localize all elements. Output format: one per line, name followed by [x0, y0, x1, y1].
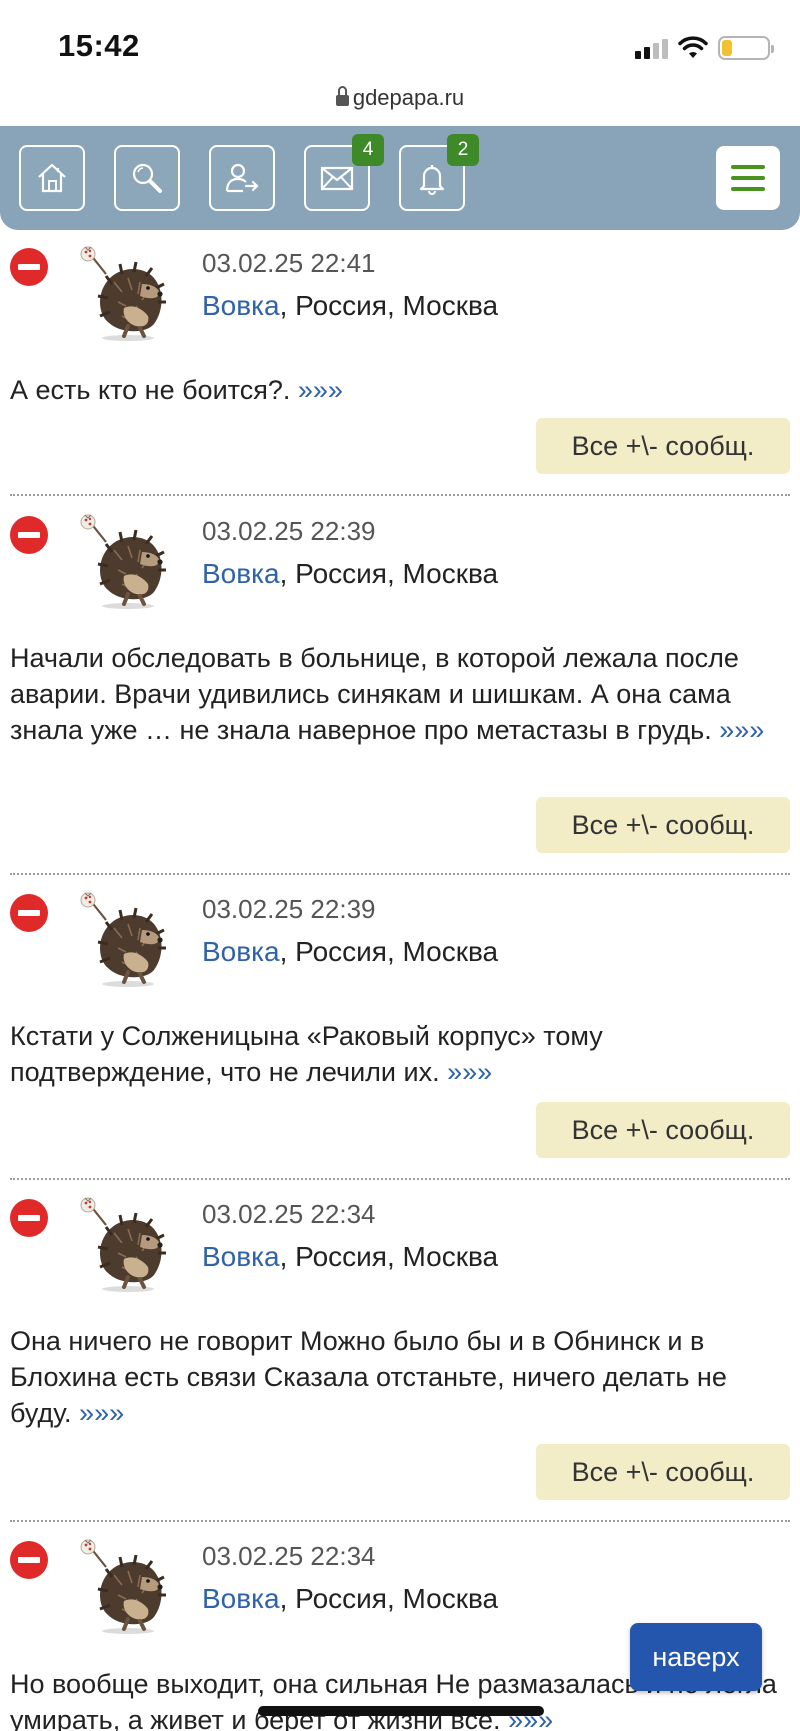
post-author-line: Вовка, Россия, Москва — [202, 290, 498, 322]
read-more-link[interactable]: »»» — [298, 375, 343, 405]
home-icon — [38, 163, 66, 193]
search-button[interactable] — [114, 145, 180, 211]
status-time: 15:42 — [58, 28, 140, 63]
hedgehog-avatar — [78, 244, 168, 342]
delete-icon[interactable] — [10, 894, 48, 932]
post-text: Кстати у Солженицына «Раковый корпус» то… — [10, 1018, 790, 1090]
lock-icon — [335, 86, 349, 108]
author-location: , Россия, Москва — [279, 1241, 499, 1272]
delete-icon[interactable] — [10, 1541, 48, 1579]
user-login-icon — [225, 163, 259, 193]
bell-icon — [419, 165, 445, 195]
post-divider — [10, 1520, 790, 1522]
author-link[interactable]: Вовка — [202, 1583, 280, 1614]
post-date: 03.02.25 22:41 — [202, 248, 376, 278]
post-text-body: А есть кто не боится?. — [10, 375, 291, 405]
search-icon — [132, 163, 162, 193]
home-indicator — [258, 1706, 544, 1716]
url-text: gdepapa.ru — [352, 85, 465, 110]
menu-icon-bar — [731, 165, 765, 169]
login-button[interactable] — [209, 145, 275, 211]
author-location: , Россия, Москва — [279, 290, 499, 321]
post-text-body: Начали обследовать в больнице, в которой… — [10, 643, 739, 745]
read-more-link[interactable]: »»» — [719, 715, 764, 745]
post-date: 03.02.25 22:39 — [202, 516, 376, 546]
author-link[interactable]: Вовка — [202, 290, 280, 321]
author-location: , Россия, Москва — [279, 558, 499, 589]
read-more-link[interactable]: »»» — [447, 1057, 492, 1087]
author-location: , Россия, Москва — [279, 1583, 499, 1614]
site-header: 4 2 — [0, 126, 800, 230]
status-icons — [635, 34, 774, 62]
post-text: Начали обследовать в больнице, в которой… — [10, 640, 790, 748]
author-location: , Россия, Москва — [279, 936, 499, 967]
all-messages-button[interactable]: Все +\- сообщ. — [536, 1102, 790, 1158]
all-messages-button[interactable]: Все +\- сообщ. — [536, 1444, 790, 1500]
author-link[interactable]: Вовка — [202, 558, 280, 589]
author-link[interactable]: Вовка — [202, 1241, 280, 1272]
post-date: 03.02.25 22:34 — [202, 1199, 376, 1229]
notifications-button[interactable]: 2 — [399, 134, 479, 211]
all-messages-button[interactable]: Все +\- сообщ. — [536, 418, 790, 474]
address-bar[interactable]: gdepapa.ru — [0, 80, 800, 116]
hedgehog-avatar — [78, 1537, 168, 1635]
post-text: А есть кто не боится?. »»» — [10, 372, 790, 408]
hedgehog-avatar — [78, 1195, 168, 1293]
notifications-count-badge: 2 — [447, 134, 479, 166]
post-divider — [10, 1178, 790, 1180]
scroll-to-top-button[interactable]: наверх — [630, 1623, 762, 1691]
wifi-icon — [678, 36, 708, 58]
post-date: 03.02.25 22:39 — [202, 894, 376, 924]
delete-icon[interactable] — [10, 248, 48, 286]
home-button[interactable] — [19, 145, 85, 211]
post-divider — [10, 494, 790, 496]
post-author-line: Вовка, Россия, Москва — [202, 558, 498, 590]
post-author-line: Вовка, Россия, Москва — [202, 1583, 498, 1615]
post-author-line: Вовка, Россия, Москва — [202, 1241, 498, 1273]
envelope-icon — [320, 166, 354, 191]
post-text-body: Кстати у Солженицына «Раковый корпус» то… — [10, 1021, 603, 1087]
menu-icon-bar — [731, 187, 765, 191]
messages-count-badge: 4 — [352, 134, 384, 166]
post-divider — [10, 873, 790, 875]
post-author-line: Вовка, Россия, Москва — [202, 936, 498, 968]
hedgehog-avatar — [78, 890, 168, 988]
post-date: 03.02.25 22:34 — [202, 1541, 376, 1571]
post-text: Она ничего не говорит Можно было бы и в … — [10, 1323, 790, 1431]
menu-icon-bar — [731, 176, 765, 180]
hamburger-menu-button[interactable] — [716, 146, 780, 210]
all-messages-button[interactable]: Все +\- сообщ. — [536, 797, 790, 853]
messages-button[interactable]: 4 — [304, 134, 384, 211]
delete-icon[interactable] — [10, 516, 48, 554]
read-more-link[interactable]: »»» — [79, 1398, 124, 1428]
cellular-signal-icon — [635, 37, 668, 59]
author-link[interactable]: Вовка — [202, 936, 280, 967]
delete-icon[interactable] — [10, 1199, 48, 1237]
status-bar: 15:42 — [0, 0, 800, 80]
battery-icon — [718, 36, 774, 60]
hedgehog-avatar — [78, 512, 168, 610]
